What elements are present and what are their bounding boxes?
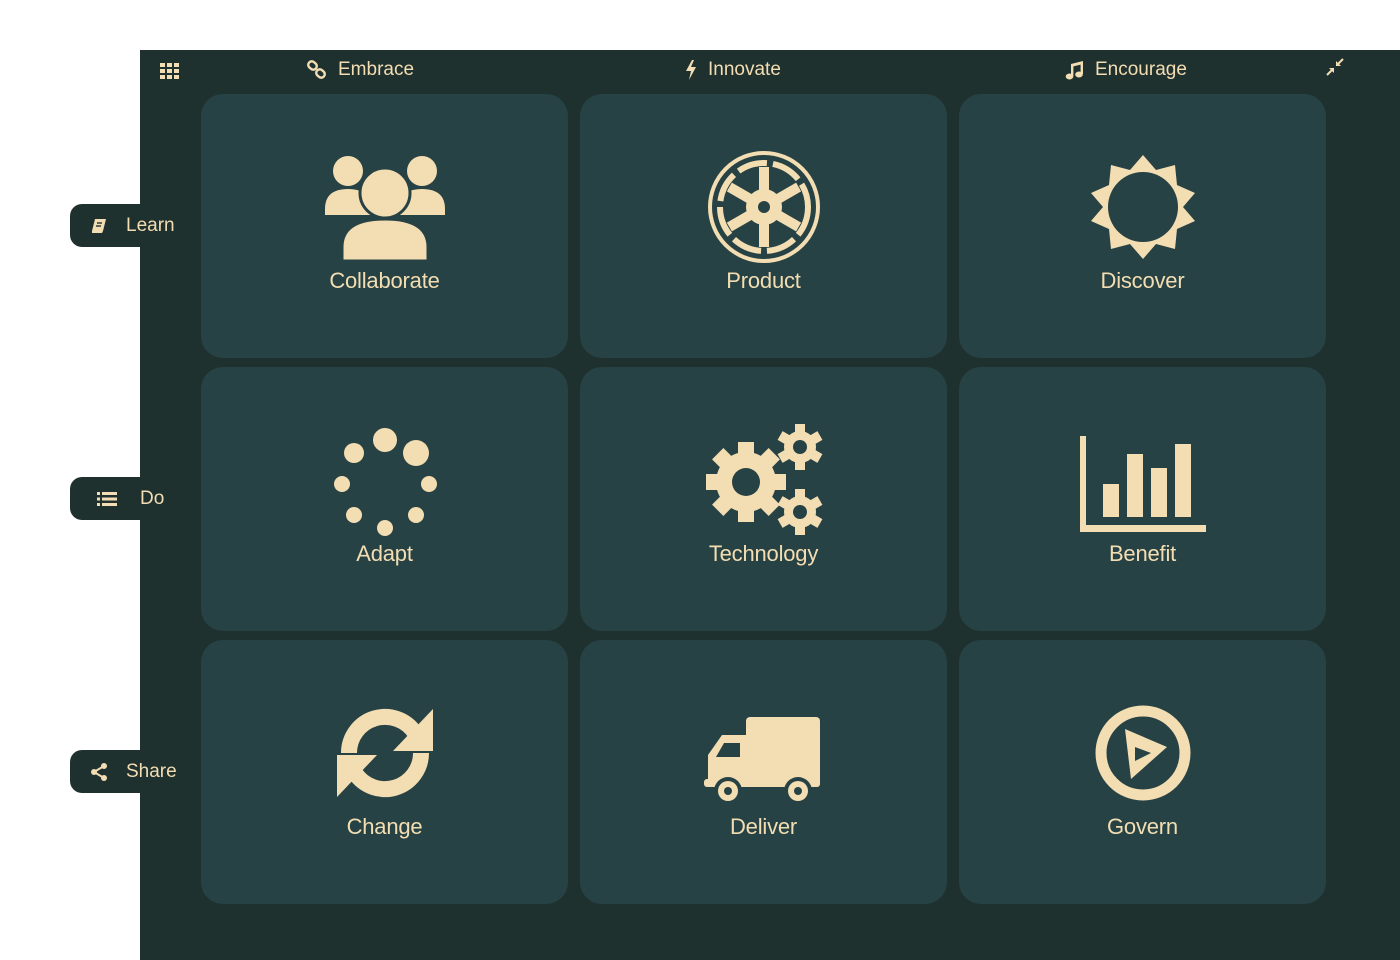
truck-icon [703,717,820,805]
collapse-button[interactable] [1324,56,1346,78]
empire-icon [707,151,820,263]
topbar-label: Innovate [708,59,781,80]
tile-collaborate[interactable]: Collaborate [201,94,568,358]
side-tab-share[interactable]: Share [70,750,201,793]
gears-icon [705,424,822,535]
sun-icon [1090,155,1195,259]
refresh-icon [336,708,433,798]
tile-govern[interactable]: Govern [959,640,1326,904]
group-icon [324,156,445,263]
tile-adapt[interactable]: Adapt [201,367,568,631]
music-icon [1065,61,1083,80]
tile-product[interactable]: Product [580,94,947,358]
topbar-label: Embrace [338,59,415,80]
tile-label: Discover [1100,268,1185,293]
bar-chart-icon [1079,436,1206,532]
tile-label: Benefit [1108,541,1177,566]
grid-menu-button[interactable] [158,60,182,84]
grid-icon [160,63,179,79]
topbar-label: Encourage [1095,59,1187,80]
tile-label: Deliver [729,814,798,839]
side-tab-learn[interactable]: Learn [70,204,201,247]
book-icon [92,218,106,233]
spinner-icon [333,428,437,536]
tile-deliver[interactable]: Deliver [580,640,947,904]
tile-label: Adapt [356,541,413,566]
side-tab-label: Share [126,760,177,782]
tile-label: Govern [1107,814,1178,839]
list-icon [97,491,117,506]
topbar-encourage[interactable]: Encourage [1065,50,1187,90]
tile-technology[interactable]: Technology [580,367,947,631]
compass-icon [1095,705,1190,801]
side-tab-label: Learn [126,214,175,236]
side-tab-do[interactable]: Do [70,477,201,520]
link-icon [307,60,326,79]
tile-label: Product [726,268,801,293]
side-tab-label: Do [140,487,165,509]
topbar-innovate[interactable]: Innovate [684,50,781,90]
tile-change[interactable]: Change [201,640,568,904]
tile-benefit[interactable]: Benefit [959,367,1326,631]
share-icon [91,762,107,781]
bolt-icon [686,60,696,80]
tile-label: Collaborate [329,268,440,293]
topbar-embrace[interactable]: Embrace [306,50,414,90]
tile-label: Technology [708,541,819,566]
tile-discover[interactable]: Discover [959,94,1326,358]
tile-label: Change [346,814,423,839]
compress-icon [1326,58,1344,76]
